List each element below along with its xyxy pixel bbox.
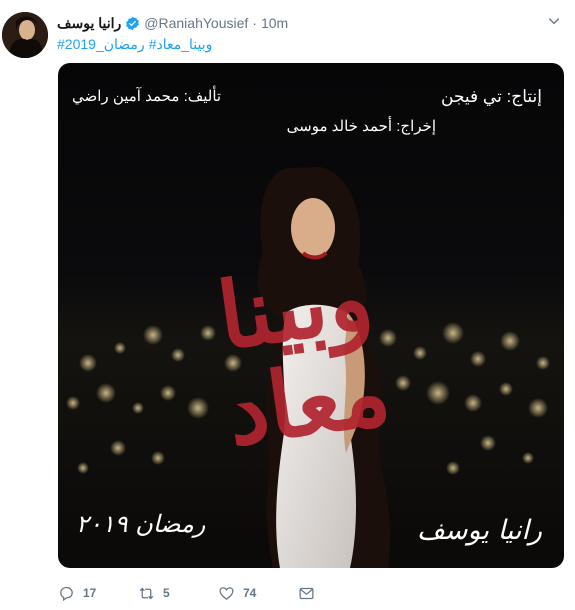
actor-name: رانيا يوسف bbox=[416, 515, 542, 546]
verified-icon bbox=[126, 16, 140, 30]
heart-icon bbox=[219, 586, 234, 600]
retweet-count: 5 bbox=[163, 586, 170, 600]
hashtag-ramadan[interactable]: #رمضان_2019 bbox=[57, 36, 145, 53]
reply-icon bbox=[60, 586, 73, 601]
like-button[interactable]: 74 bbox=[218, 585, 298, 602]
writer-credit: تأليف: محمد آمين راضي bbox=[72, 88, 222, 105]
reply-count: 17 bbox=[83, 586, 97, 600]
tweet-image[interactable]: إنتاج: تي فيجن تأليف: محمد آمين راضي إخر… bbox=[58, 63, 564, 568]
display-name[interactable]: رانيا يوسف bbox=[57, 15, 121, 32]
handle[interactable]: @RaniahYousief bbox=[144, 15, 248, 31]
reply-button[interactable]: 17 bbox=[58, 585, 138, 602]
director-credit: إخراج: أحمد خالد موسى bbox=[286, 118, 436, 135]
retweet-button[interactable]: 5 bbox=[138, 585, 218, 602]
tweet-header: رانيا يوسف @RaniahYousief · 10m bbox=[57, 13, 288, 33]
direct-message-button[interactable] bbox=[298, 585, 328, 602]
hashtag-webina-maad[interactable]: #وبينا_معاد bbox=[149, 36, 213, 53]
tweet-actions: 17 5 74 bbox=[58, 582, 328, 604]
chevron-down-icon[interactable] bbox=[547, 14, 561, 28]
like-count: 74 bbox=[243, 586, 257, 600]
season-label: رمضان ٢٠١٩ bbox=[76, 510, 206, 538]
series-title: وبينا معاد bbox=[211, 242, 397, 467]
mail-icon bbox=[299, 587, 314, 599]
producer-credit: إنتاج: تي فيجن bbox=[441, 87, 542, 106]
retweet-icon bbox=[139, 587, 154, 599]
tweet-text: #رمضان_2019 #وبينا_معاد bbox=[57, 36, 212, 53]
separator-dot: · bbox=[252, 15, 257, 31]
avatar[interactable] bbox=[2, 12, 48, 58]
tweet-card: رانيا يوسف @RaniahYousief · 10m #رمضان_2… bbox=[0, 0, 575, 610]
timestamp[interactable]: 10m bbox=[261, 15, 288, 31]
